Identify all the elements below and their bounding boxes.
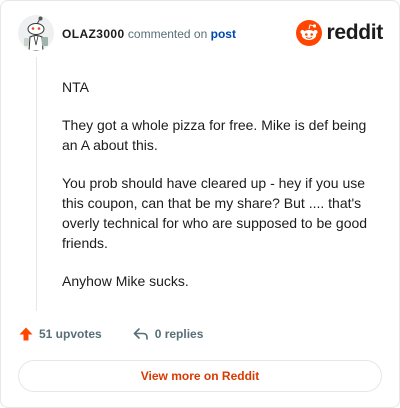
comment-header: OLAZ3000 commented on post <box>62 26 236 42</box>
author-name[interactable]: OLAZ3000 <box>62 27 125 41</box>
comment-paragraph: NTA <box>62 79 89 95</box>
comment-footer: 51 upvotes 0 replies <box>18 326 203 342</box>
comment-paragraph: You prob should have cleared up - hey if… <box>62 175 368 251</box>
snoo-avatar-icon <box>18 15 54 51</box>
upvote-stat[interactable]: 51 upvotes <box>18 326 102 342</box>
reply-count: 0 replies <box>154 327 204 341</box>
comment-paragraph: Anyhow Mike sucks. <box>62 273 189 289</box>
action-text: commented on <box>127 27 208 41</box>
avatar[interactable] <box>18 15 54 51</box>
upvote-count: 51 upvotes <box>39 327 102 341</box>
upvote-arrow-icon <box>19 327 33 341</box>
comment-card: OLAZ3000 commented on post reddit NTA Th… <box>0 0 400 408</box>
reply-arrow-icon <box>133 328 148 340</box>
post-link[interactable]: post <box>211 27 236 41</box>
reddit-logo[interactable]: reddit <box>296 20 383 46</box>
thread-line <box>36 57 37 311</box>
reddit-wordmark: reddit <box>326 21 383 44</box>
comment-paragraph: They got a whole pizza for free. Mike is… <box>62 117 367 153</box>
view-more-button[interactable]: View more on Reddit <box>18 360 382 392</box>
comment-body: NTA They got a whole pizza for free. Mik… <box>62 77 380 309</box>
reddit-snoo-icon <box>296 20 323 46</box>
reply-stat[interactable]: 0 replies <box>132 326 204 342</box>
